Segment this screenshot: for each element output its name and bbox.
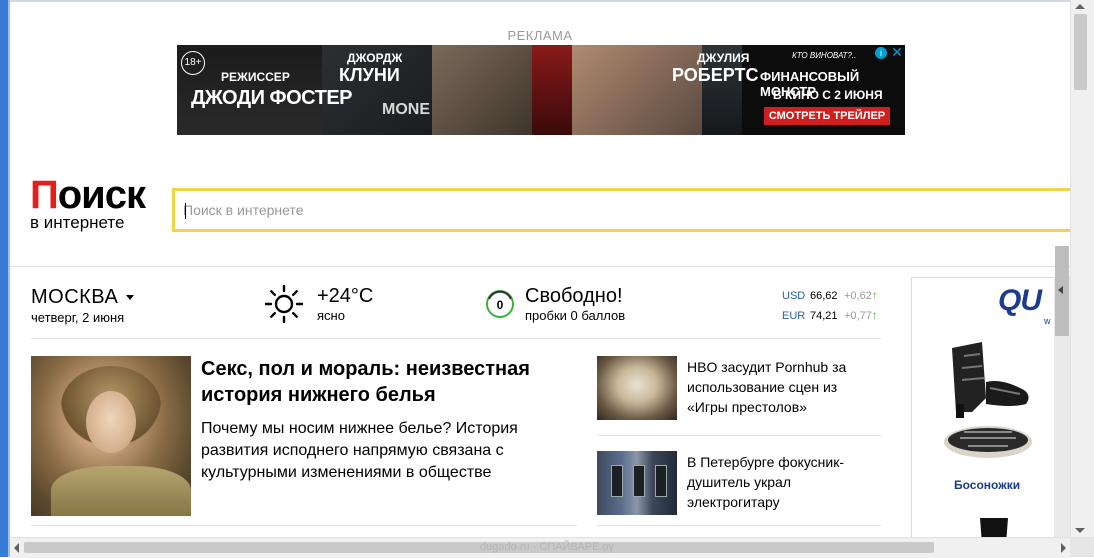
site-logo[interactable]: Поиск в интернете (30, 173, 146, 233)
rate-value: 74,21 (810, 310, 838, 322)
divider (10, 266, 1070, 267)
window-frame-left (0, 0, 10, 557)
ad-close-icon[interactable]: ✕ (890, 45, 904, 59)
right-ad-banner[interactable]: QU w Босоножки (911, 246, 1070, 537)
rate-change: +0,62 (844, 290, 872, 302)
rate-change: +0,77 (844, 310, 872, 322)
ad-banner[interactable]: 18+ РЕЖИССЕР ДЖОДИ ФОСТЕР ДЖОРДЖ КЛУНИ M… (177, 45, 905, 135)
rate-code: EUR (782, 310, 806, 322)
search-box[interactable] (172, 188, 1070, 232)
ad-info-icon[interactable]: i (875, 47, 887, 59)
ad-release-date: В КИНО С 2 ИЮНЯ (773, 88, 883, 102)
side-news-item[interactable]: HBO засудит Pornhub за использование сце… (597, 356, 881, 422)
logo-first-letter: П (30, 173, 59, 217)
sandal-sole-image (944, 426, 1032, 458)
rate-value: 66,62 (810, 290, 838, 302)
vertical-scroll-thumb[interactable] (1074, 14, 1087, 90)
city-selector[interactable]: МОСКВА (31, 286, 135, 309)
arrow-up-icon: ↑ (871, 288, 878, 302)
ad-product-label[interactable]: Босоножки (954, 478, 1020, 492)
ad-tagline: КТО ВИНОВАТ?.. (792, 51, 857, 60)
boot-image (980, 518, 1008, 537)
ad-actor2-last: РОБЕРТС (672, 65, 759, 85)
divider (31, 338, 881, 339)
weather-description: ясно (317, 308, 345, 323)
ad-brand-logo: QU (998, 284, 1042, 317)
city-name: МОСКВА (31, 286, 119, 308)
currency-rates[interactable]: USD 66,62 +0,62↑ EUR 74,21 +0,77↑ (782, 285, 878, 325)
chevron-left-icon[interactable] (1058, 286, 1063, 294)
sun-icon (264, 284, 304, 324)
ad-label: РЕКЛАМА (507, 28, 573, 43)
scroll-up-arrow-icon[interactable] (1075, 4, 1085, 9)
main-news-image[interactable] (31, 356, 191, 516)
side-news-title[interactable]: В Петербурге фокусник-душитель украл эле… (687, 452, 877, 512)
side-news-image[interactable] (597, 356, 677, 420)
main-news-lead[interactable]: Почему мы носим нижнее белье? История ра… (201, 418, 571, 484)
divider (597, 435, 881, 436)
main-news-title[interactable]: Секс, пол и мораль: неизвестная история … (201, 356, 561, 408)
traffic-level-icon: 0 (486, 290, 514, 318)
page-viewport: РЕКЛАМА 18+ РЕЖИССЕР ДЖОДИ ФОСТЕР ДЖОРДЖ… (10, 2, 1070, 537)
sandal-image (952, 342, 1029, 418)
side-news-title[interactable]: HBO засудит Pornhub за использование сце… (687, 357, 877, 417)
vertical-scrollbar[interactable] (1070, 0, 1094, 538)
traffic-status[interactable]: Свободно! (525, 285, 623, 308)
chevron-down-icon (126, 295, 135, 301)
ad-brand-subtext: w (1044, 316, 1051, 326)
ad-director-caption: РЕЖИССЕР (221, 70, 290, 84)
logo-word: оиск (57, 173, 146, 217)
scroll-down-arrow-icon[interactable] (1075, 528, 1085, 533)
traffic-score: 0 (497, 298, 504, 312)
age-rating-badge: 18+ (181, 51, 205, 75)
divider (31, 525, 577, 526)
arrow-up-icon: ↑ (871, 308, 878, 322)
traffic-subtitle: пробки 0 баллов (525, 308, 626, 323)
side-news-image[interactable] (597, 451, 677, 515)
ad-poster-text: MONE (382, 101, 430, 118)
search-input[interactable] (183, 191, 1063, 229)
watermark: dugado.ru - СПАЙВАРЕ.ру (480, 541, 614, 553)
divider (597, 525, 881, 526)
ad-actor2-first: ДЖУЛИЯ (697, 51, 750, 65)
text-caret (185, 203, 186, 219)
ad-director-name: ДЖОДИ ФОСТЕР (191, 87, 353, 109)
watch-trailer-button[interactable]: СМОТРЕТЬ ТРЕЙЛЕР (764, 107, 890, 125)
weather-temperature[interactable]: +24°С (317, 285, 373, 308)
rate-row-usd[interactable]: USD 66,62 +0,62↑ (782, 285, 878, 305)
ad-actor1-last: КЛУНИ (339, 65, 400, 85)
current-date: четверг, 2 июня (31, 310, 125, 325)
rate-code: USD (782, 290, 806, 302)
ad-actor1-first: ДЖОРДЖ (347, 51, 403, 65)
rate-row-eur[interactable]: EUR 74,21 +0,77↑ (782, 305, 878, 325)
side-news-item[interactable]: В Петербурге фокусник-душитель украл эле… (597, 451, 881, 517)
